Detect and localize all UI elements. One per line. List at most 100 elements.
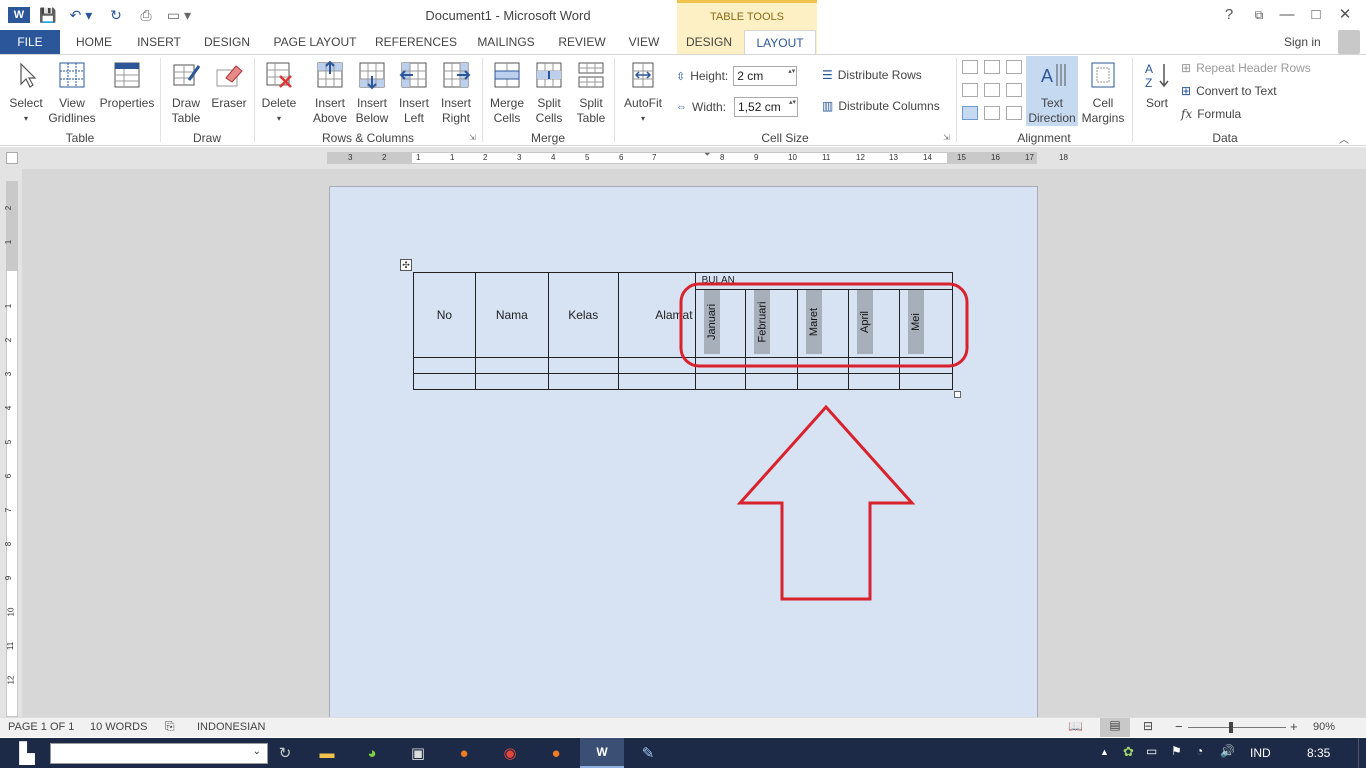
draw-table-button[interactable]: Draw Table: [164, 60, 208, 126]
split-cells-button[interactable]: Split Cells: [528, 60, 570, 126]
cell-size-dialog-launcher-icon[interactable]: ⇲: [943, 133, 950, 142]
tab-insert[interactable]: INSERT: [130, 30, 188, 54]
repeat-header-rows-button[interactable]: ⊞ Repeat Header Rows: [1181, 61, 1311, 75]
word-count[interactable]: 10 WORDS: [90, 721, 147, 733]
properties-button[interactable]: Properties: [98, 60, 156, 111]
table-cell[interactable]: [413, 357, 476, 374]
volume-icon[interactable]: 🔊: [1220, 744, 1235, 758]
app-icon-green[interactable]: ◕: [357, 741, 387, 765]
split-table-button[interactable]: Split Table: [570, 60, 612, 126]
formula-button[interactable]: fx Formula: [1181, 107, 1241, 121]
web-layout-icon[interactable]: ⊟: [1143, 719, 1153, 733]
table-cell[interactable]: [547, 373, 619, 390]
proofing-icon[interactable]: ⎘: [165, 719, 175, 734]
autofit-button[interactable]: AutoFit ▾: [618, 60, 668, 126]
table-cell[interactable]: [413, 373, 476, 390]
select-button[interactable]: Select ▾: [6, 60, 46, 126]
refresh-icon[interactable]: ↻: [270, 741, 300, 765]
insert-below-button[interactable]: Insert Below: [350, 60, 394, 126]
align-center-left-icon[interactable]: [962, 83, 978, 97]
paint-icon[interactable]: ✎: [633, 741, 663, 765]
insert-right-button[interactable]: Insert Right: [434, 60, 478, 126]
align-top-center-icon[interactable]: [984, 60, 1000, 74]
tab-mailings[interactable]: MAILINGS: [468, 30, 544, 54]
merge-cells-button[interactable]: Merge Cells: [486, 60, 528, 126]
convert-to-text-button[interactable]: ⊞ Convert to Text: [1181, 84, 1277, 98]
language-indicator[interactable]: INDONESIAN: [197, 721, 265, 733]
sign-in-link[interactable]: Sign in: [1284, 30, 1321, 54]
distribute-columns-button[interactable]: ▥ Distribute Columns: [822, 99, 940, 113]
table-cell[interactable]: [617, 373, 696, 390]
help-icon[interactable]: ?: [1215, 4, 1243, 26]
battery-icon[interactable]: ▭: [1146, 744, 1157, 758]
tray-app-icon[interactable]: ✿: [1123, 744, 1134, 760]
tab-page-layout[interactable]: PAGE LAYOUT: [266, 30, 364, 54]
zoom-slider[interactable]: [1188, 727, 1286, 728]
show-desktop-button[interactable]: [1358, 738, 1366, 768]
chrome-icon[interactable]: ◉: [495, 741, 525, 765]
table-cell[interactable]: [899, 373, 953, 390]
tab-view[interactable]: VIEW: [620, 30, 668, 54]
show-hidden-icons-icon[interactable]: ▲: [1100, 747, 1109, 757]
firefox-window-icon[interactable]: ●: [541, 741, 571, 765]
header-cell-no[interactable]: No: [413, 272, 476, 358]
read-mode-icon[interactable]: 📖: [1068, 719, 1083, 733]
page-count[interactable]: PAGE 1 OF 1: [8, 721, 74, 733]
align-bottom-center-icon[interactable]: [984, 106, 1000, 120]
zoom-in-icon[interactable]: +: [1290, 719, 1298, 734]
maximize-icon[interactable]: □: [1302, 4, 1330, 26]
align-top-left-icon[interactable]: [962, 60, 978, 74]
app-icon-gray[interactable]: ▣: [403, 741, 433, 765]
insert-above-button[interactable]: Insert Above: [308, 60, 352, 126]
delete-button[interactable]: Delete ▾: [258, 60, 300, 126]
document-page[interactable]: [329, 186, 1038, 726]
align-bottom-right-icon[interactable]: [1006, 106, 1022, 120]
table-cell[interactable]: [694, 373, 747, 390]
start-button-icon[interactable]: ▙: [12, 741, 42, 765]
header-cell-nama[interactable]: Nama: [474, 272, 549, 358]
indent-marker-icon[interactable]: ⏷: [704, 150, 710, 160]
minimize-icon[interactable]: —: [1273, 4, 1301, 26]
table-cell[interactable]: [848, 373, 901, 390]
align-center-icon[interactable]: [984, 83, 1000, 97]
table-cell[interactable]: [745, 373, 799, 390]
sort-button[interactable]: AZ Sort: [1138, 60, 1176, 111]
table-cell[interactable]: [474, 373, 549, 390]
vertical-ruler[interactable]: 2 1 1 2 3 4 5 6 7 8 9 10 11 12: [0, 169, 22, 717]
zoom-out-icon[interactable]: −: [1175, 719, 1183, 734]
zoom-level[interactable]: 90%: [1313, 721, 1335, 733]
table-move-handle-icon[interactable]: ✣: [400, 259, 412, 271]
wifi-icon[interactable]: ◔: [1196, 744, 1203, 758]
view-gridlines-button[interactable]: View Gridlines: [48, 60, 96, 126]
insert-left-button[interactable]: Insert Left: [392, 60, 436, 126]
table-cell[interactable]: [474, 357, 549, 374]
height-spinner[interactable]: 2 cm: [733, 66, 798, 86]
tab-design[interactable]: DESIGN: [196, 30, 258, 54]
zoom-slider-thumb[interactable]: [1229, 722, 1233, 733]
tab-table-design[interactable]: DESIGN: [680, 30, 738, 54]
width-spinner[interactable]: 1,52 cm: [734, 97, 799, 117]
text-direction-button[interactable]: A Text Direction: [1026, 56, 1078, 126]
print-layout-icon[interactable]: ▤: [1100, 718, 1130, 737]
word-taskbar-icon[interactable]: W: [580, 738, 624, 768]
tab-file[interactable]: FILE: [0, 30, 60, 54]
table-cell[interactable]: [797, 373, 850, 390]
align-bottom-left-icon[interactable]: [962, 106, 978, 120]
action-center-flag-icon[interactable]: ⚑: [1171, 744, 1182, 758]
table-cell[interactable]: [547, 357, 619, 374]
align-center-right-icon[interactable]: [1006, 83, 1022, 97]
rows-columns-dialog-launcher-icon[interactable]: ⇲: [469, 133, 476, 142]
user-avatar[interactable]: [1338, 30, 1360, 54]
tab-review[interactable]: REVIEW: [552, 30, 612, 54]
taskbar-search-box[interactable]: ⌄: [50, 743, 268, 764]
eraser-button[interactable]: Eraser: [208, 60, 250, 111]
collapse-ribbon-icon[interactable]: ︿: [1339, 131, 1349, 146]
align-top-right-icon[interactable]: [1006, 60, 1022, 74]
tab-home[interactable]: HOME: [66, 30, 122, 54]
file-explorer-icon[interactable]: ▬: [312, 741, 342, 765]
tab-table-layout[interactable]: LAYOUT: [744, 30, 816, 55]
cell-margins-button[interactable]: Cell Margins: [1080, 60, 1126, 126]
keyboard-language[interactable]: IND: [1250, 746, 1271, 760]
table-resize-handle[interactable]: [954, 391, 961, 398]
tab-references[interactable]: REFERENCES: [372, 30, 460, 54]
